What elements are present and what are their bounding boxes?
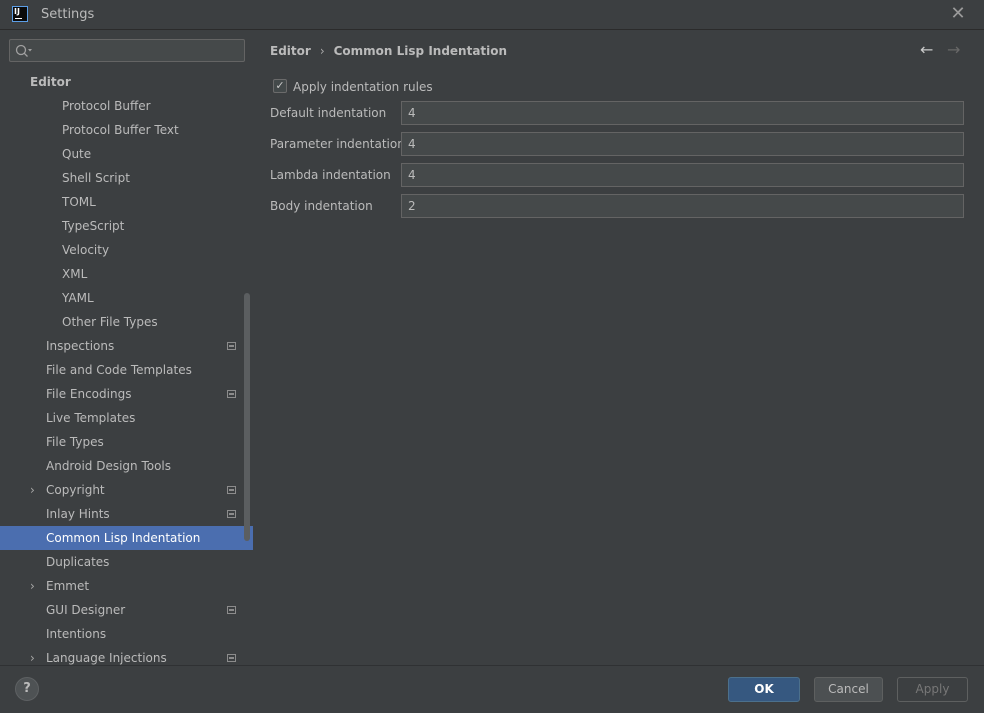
sidebar-item-duplicates[interactable]: Duplicates [0,550,253,574]
project-level-icon [227,390,236,398]
sidebar-item-intentions[interactable]: Intentions [0,622,253,646]
project-level-icon [227,654,236,662]
sidebar-item-label: Live Templates [46,411,136,425]
sidebar-item-label: Copyright [46,483,105,497]
default-indentation-input[interactable] [401,101,964,125]
apply-indentation-rules-label[interactable]: Apply indentation rules [293,79,433,95]
sidebar-item-velocity[interactable]: Velocity [0,238,253,262]
sidebar-item-label: Other File Types [62,315,158,329]
parameter-indentation-input[interactable] [401,132,964,156]
sidebar-item-label: GUI Designer [46,603,126,617]
sidebar-item-label: Common Lisp Indentation [46,531,201,545]
chevron-right-icon[interactable]: › [30,646,35,665]
sidebar-item-label: Editor [30,75,71,89]
title-bar: IJ Settings ✕ [0,0,984,30]
sidebar-item-yaml[interactable]: YAML [0,286,253,310]
project-level-icon [227,510,236,518]
sidebar-item-label: Inlay Hints [46,507,110,521]
cancel-button[interactable]: Cancel [814,677,883,702]
lambda-indentation-row: Lambda indentation [270,163,970,187]
settings-content: Editor › Common Lisp Indentation ← → ✓ App… [257,31,984,665]
body-indentation-label: Body indentation [270,199,373,213]
sidebar-item-label: Intentions [46,627,107,641]
sidebar-item-label: Shell Script [62,171,130,185]
sidebar-item-label: XML [62,267,88,281]
sidebar-item-label: Qute [62,147,92,161]
sidebar-item-typescript[interactable]: TypeScript [0,214,253,238]
body-indentation-input[interactable] [401,194,964,218]
body-indentation-row: Body indentation [270,194,970,218]
chevron-right-icon[interactable]: › [30,574,35,598]
sidebar-item-label: Language Injections [46,651,167,665]
project-level-icon [227,342,236,350]
sidebar-item-common-lisp-indentation[interactable]: Common Lisp Indentation [0,526,253,550]
breadcrumb-current: Common Lisp Indentation [333,44,508,58]
breadcrumb-separator-icon: › [319,44,325,58]
sidebar-item-toml[interactable]: TOML [0,190,253,214]
lambda-indentation-input[interactable] [401,163,964,187]
lambda-indentation-label: Lambda indentation [270,168,391,182]
sidebar-item-editor[interactable]: Editor [0,70,253,94]
sidebar-item-label: Inspections [46,339,115,353]
chevron-right-icon[interactable]: › [30,478,35,502]
sidebar-item-inspections[interactable]: Inspections [0,334,253,358]
sidebar-item-label: Protocol Buffer [62,99,151,113]
search-field[interactable] [9,39,245,62]
sidebar-item-label: Velocity [62,243,110,257]
forward-arrow-icon[interactable]: → [947,40,960,59]
sidebar-item-file-encodings[interactable]: File Encodings [0,382,253,406]
sidebar-item-file-and-code-templates[interactable]: File and Code Templates [0,358,253,382]
project-level-icon [227,486,236,494]
sidebar-item-protocol-buffer[interactable]: Protocol Buffer [0,94,253,118]
ok-button[interactable]: OK [728,677,800,702]
sidebar-item-label: File Encodings [46,387,132,401]
default-indentation-label: Default indentation [270,106,387,120]
sidebar-item-language-injections[interactable]: › Language Injections [0,646,253,665]
sidebar-item-shell-script[interactable]: Shell Script [0,166,253,190]
sidebar-item-label: File and Code Templates [46,363,192,377]
sidebar-item-file-types[interactable]: File Types [0,430,253,454]
sidebar-item-label: TypeScript [62,219,125,233]
sidebar-item-gui-designer[interactable]: GUI Designer [0,598,253,622]
apply-button[interactable]: Apply [897,677,968,702]
sidebar-scrollbar[interactable] [244,293,250,541]
settings-sidebar: Editor Protocol Buffer Protocol Buffer Tex… [0,31,253,665]
intellij-app-icon: IJ [12,6,28,22]
parameter-indentation-label: Parameter indentation [270,137,405,151]
project-level-icon [227,606,236,614]
breadcrumb: Editor › Common Lisp Indentation [270,44,507,58]
search-icon [15,44,32,57]
sidebar-item-protocol-buffer-text[interactable]: Protocol Buffer Text [0,118,253,142]
help-icon[interactable]: ? [15,677,39,701]
sidebar-item-label: File Types [46,435,104,449]
back-arrow-icon[interactable]: ← [920,40,933,59]
default-indentation-row: Default indentation [270,101,970,125]
close-icon[interactable]: ✕ [948,4,968,24]
sidebar-item-label: Android Design Tools [46,459,172,473]
sidebar-item-label: TOML [62,195,96,209]
sidebar-item-label: Emmet [46,579,90,593]
sidebar-item-label: Duplicates [46,555,110,569]
parameter-indentation-row: Parameter indentation [270,132,970,156]
sidebar-item-inlay-hints[interactable]: Inlay Hints [0,502,253,526]
sidebar-item-copyright[interactable]: › Copyright [0,478,253,502]
sidebar-item-android-design-tools[interactable]: Android Design Tools [0,454,253,478]
sidebar-item-xml[interactable]: XML [0,262,253,286]
breadcrumb-parent[interactable]: Editor [270,44,311,58]
dialog-footer: ? OK Cancel Apply [0,665,984,713]
window-title: Settings [41,7,95,22]
sidebar-item-qute[interactable]: Qute [0,142,253,166]
sidebar-item-live-templates[interactable]: Live Templates [0,406,253,430]
sidebar-item-label: YAML [62,291,94,305]
sidebar-item-other-file-types[interactable]: Other File Types [0,310,253,334]
settings-tree: Editor Protocol Buffer Protocol Buffer Tex… [0,70,253,665]
apply-indentation-rules-checkbox[interactable]: ✓ [273,79,287,93]
sidebar-item-emmet[interactable]: › Emmet [0,574,253,598]
sidebar-item-label: Protocol Buffer Text [62,123,179,137]
